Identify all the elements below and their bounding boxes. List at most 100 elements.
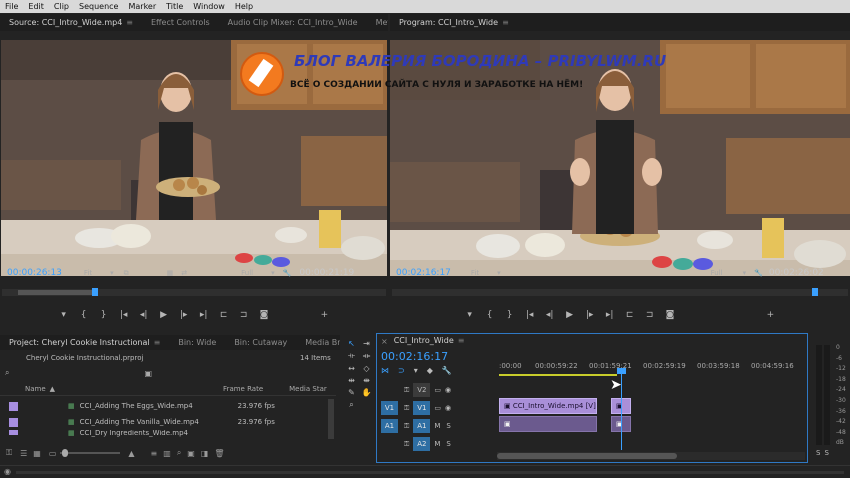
wrench-icon[interactable]: 🔧: [754, 269, 763, 277]
new-bin-icon[interactable]: ▣: [187, 449, 195, 458]
sync-lock-icon[interactable]: ▭: [434, 404, 441, 412]
timeline-timecode[interactable]: 00:02:16:17: [381, 350, 448, 363]
track-source-patch[interactable]: [381, 383, 398, 397]
step-forward-icon[interactable]: |▸: [586, 310, 594, 320]
step-back-icon[interactable]: ◂|: [546, 310, 554, 320]
slip-icon[interactable]: ⇹: [345, 376, 358, 385]
mute-button[interactable]: M: [434, 422, 440, 430]
play-icon[interactable]: ▶: [160, 310, 168, 320]
close-icon[interactable]: ×: [381, 337, 388, 346]
mute-button[interactable]: M: [434, 440, 440, 448]
menu-clip[interactable]: Clip: [49, 0, 74, 13]
menu-help[interactable]: Help: [230, 0, 258, 13]
step-back-icon[interactable]: ◂|: [140, 310, 148, 320]
icon-view-icon[interactable]: ▦: [33, 449, 41, 458]
track-label[interactable]: A2: [413, 437, 431, 451]
go-to-in-icon[interactable]: |◂: [526, 310, 534, 320]
video-clip[interactable]: ▣ CCI_Intro_Wide.mp4 [V]: [499, 398, 597, 414]
add-button-icon[interactable]: +: [766, 310, 775, 320]
column-frame-rate[interactable]: Frame Rate: [223, 385, 263, 393]
program-playhead[interactable]: [812, 288, 818, 296]
program-quality-select[interactable]: Full: [711, 269, 723, 277]
add-button-icon[interactable]: +: [320, 310, 329, 320]
ripple-edit-icon[interactable]: ⟛: [345, 351, 358, 361]
playhead-handle[interactable]: [616, 368, 626, 374]
chevron-down-icon[interactable]: ▾: [743, 269, 747, 277]
list-view-icon[interactable]: ☰: [20, 449, 27, 458]
panel-menu-icon[interactable]: ≡: [154, 338, 161, 347]
timeline-scroll-thumb[interactable]: [497, 453, 677, 459]
tab-audio-clip-mixer[interactable]: Audio Clip Mixer: CCI_Intro_Wide: [219, 14, 367, 31]
project-scrollbar[interactable]: [328, 399, 334, 439]
tab-media-browser[interactable]: Media Browser: [296, 335, 340, 350]
drag-icon[interactable]: ⇄: [181, 269, 187, 277]
zoom-icon[interactable]: ⌕: [345, 400, 358, 410]
menu-sequence[interactable]: Sequence: [74, 0, 123, 13]
camera-icon[interactable]: ◙: [666, 310, 675, 320]
tab-program[interactable]: Program: CCI_Intro_Wide ≡: [390, 14, 518, 31]
source-quality-select[interactable]: Full: [241, 269, 253, 277]
freeform-view-icon[interactable]: ▭: [49, 449, 57, 458]
rate-stretch-icon[interactable]: ↔: [345, 364, 358, 373]
tab-metadata[interactable]: Metadata: [367, 14, 388, 31]
solo-right-button[interactable]: S: [824, 449, 828, 457]
sync-lock-icon[interactable]: ▭: [434, 386, 441, 394]
program-time-ruler[interactable]: [392, 288, 848, 296]
zoom-slider-handle[interactable]: [62, 449, 69, 457]
tab-source[interactable]: Source: CCI_Intro_Wide.mp4 ≡: [0, 14, 142, 31]
settings-icon[interactable]: ⧉: [124, 269, 129, 278]
audio-clip[interactable]: ▣: [499, 416, 597, 432]
track-label[interactable]: V1: [413, 401, 431, 415]
menu-marker[interactable]: Marker: [123, 0, 161, 13]
panel-menu-icon[interactable]: ≡: [126, 18, 133, 27]
eye-icon[interactable]: ◉: [445, 404, 451, 412]
lock-icon[interactable]: ⚿: [6, 448, 12, 458]
solo-left-button[interactable]: S: [816, 449, 820, 457]
list-item[interactable]: ▦ CCI_Dry Ingredients_Wide.mp4: [0, 430, 335, 438]
menu-file[interactable]: File: [0, 0, 23, 13]
sort-up-icon[interactable]: ▲: [50, 385, 55, 393]
camera-icon[interactable]: ◙: [260, 310, 269, 320]
solo-button[interactable]: S: [446, 422, 450, 430]
tab-sequence[interactable]: CCI_Intro_Wide ≡: [388, 334, 474, 348]
pen-icon[interactable]: ✎: [345, 388, 358, 397]
lock-icon[interactable]: ⚿: [404, 422, 409, 431]
go-to-out-icon[interactable]: ▸|: [200, 310, 208, 320]
program-timecode[interactable]: 00:02:16:17: [396, 268, 451, 278]
source-playhead[interactable]: [92, 288, 98, 296]
timeline-ruler[interactable]: :00:00 00:00:59:22 00:01:59:21 00:02:59:…: [499, 358, 799, 376]
mark-in-icon[interactable]: {: [80, 310, 88, 320]
render-status-icon[interactable]: ◉: [4, 467, 11, 476]
new-bin-icon[interactable]: ▣: [144, 369, 152, 378]
source-time-ruler[interactable]: [2, 288, 386, 296]
solo-button[interactable]: S: [446, 440, 450, 448]
rolling-edit-icon[interactable]: ⟚: [360, 351, 373, 361]
chevron-down-icon[interactable]: ▾: [497, 269, 501, 277]
track-label[interactable]: A1: [413, 419, 431, 433]
extract-icon[interactable]: ⊐: [646, 310, 654, 320]
add-marker-icon[interactable]: ▾: [414, 366, 418, 375]
marker-icon[interactable]: ▾: [466, 310, 474, 320]
go-to-in-icon[interactable]: |◂: [120, 310, 128, 320]
razor-icon[interactable]: ◇: [360, 364, 373, 373]
tab-effect-controls[interactable]: Effect Controls: [142, 14, 219, 31]
track-source-patch[interactable]: [381, 437, 398, 451]
chevron-down-icon[interactable]: ▾: [110, 269, 114, 277]
automate-icon[interactable]: ▥: [163, 449, 171, 458]
mark-out-icon[interactable]: }: [100, 310, 108, 320]
track-source-patch[interactable]: A1: [381, 419, 398, 433]
column-media-start[interactable]: Media Star: [289, 385, 327, 393]
zoom-slider[interactable]: [60, 449, 121, 457]
play-icon[interactable]: ▶: [566, 310, 574, 320]
sort-icon[interactable]: ≡: [151, 449, 158, 458]
lock-icon[interactable]: ⚿: [404, 404, 409, 413]
find-icon[interactable]: ⌕: [177, 448, 181, 458]
mark-in-icon[interactable]: {: [486, 310, 494, 320]
tab-bin-wide[interactable]: Bin: Wide: [169, 335, 225, 350]
snap-icon[interactable]: ⋈: [381, 366, 389, 375]
program-zoom-select[interactable]: Fit: [471, 269, 479, 277]
lock-icon[interactable]: ⚿: [404, 386, 409, 395]
wrench-icon[interactable]: 🔧: [283, 269, 292, 277]
mark-out-icon[interactable]: }: [506, 310, 514, 320]
film-icon[interactable]: ▦: [167, 269, 174, 277]
